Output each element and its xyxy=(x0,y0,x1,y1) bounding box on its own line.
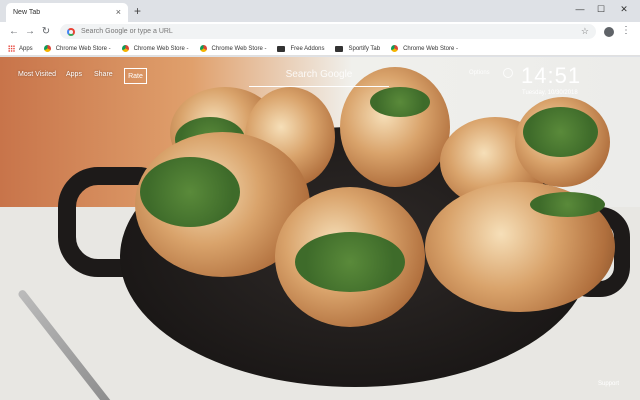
browser-toolbar: ← → ↻ Search Google or type a URL ☆ ⋮ xyxy=(0,22,640,42)
chrome-web-store-icon xyxy=(199,45,207,52)
bookmark-chrome-web-store-3[interactable]: Chrome Web Store - xyxy=(199,45,266,52)
search-google-input[interactable]: Search Google xyxy=(249,69,389,80)
tab-title: New Tab xyxy=(13,9,41,16)
bookmarks-bar: Apps Chrome Web Store - Chrome Web Store… xyxy=(0,42,640,56)
clock-date: Tuesday, 10/30/2018 xyxy=(522,90,578,96)
apps-grid-icon xyxy=(8,45,15,52)
address-bar-placeholder: Search Google or type a URL xyxy=(81,28,173,35)
snail-shell xyxy=(275,187,425,327)
clock-icon[interactable] xyxy=(503,68,513,78)
apps-link[interactable]: Apps xyxy=(66,71,82,78)
maximize-button[interactable]: ☐ xyxy=(591,3,611,15)
most-visited-link[interactable]: Most Visited xyxy=(18,71,56,78)
bookmark-sportify-tab[interactable]: Sportify Tab xyxy=(335,45,380,52)
new-tab-wallpaper xyxy=(0,57,640,400)
chrome-web-store-icon xyxy=(121,45,129,52)
chrome-menu-icon[interactable]: ⋮ xyxy=(621,25,631,37)
rate-button[interactable]: Rate xyxy=(124,68,147,84)
clock-time: 14:51 xyxy=(521,63,582,88)
minimize-button[interactable]: — xyxy=(570,3,590,15)
bookmark-free-addons[interactable]: Free Addons xyxy=(277,45,324,52)
back-button[interactable]: ← xyxy=(6,24,22,40)
bookmark-chrome-web-store-1[interactable]: Chrome Web Store - xyxy=(43,45,111,52)
chrome-web-store-icon xyxy=(43,45,51,52)
snail-shell xyxy=(425,182,615,312)
bookmark-chrome-web-store-2[interactable]: Chrome Web Store - xyxy=(121,45,189,52)
bookmark-star-icon[interactable]: ☆ xyxy=(581,26,589,37)
bookmark-chrome-web-store-4[interactable]: Chrome Web Store - xyxy=(391,45,458,52)
profile-avatar-icon[interactable] xyxy=(604,27,614,37)
chrome-web-store-icon xyxy=(391,45,399,52)
tab-strip: New Tab × + — ☐ ✕ xyxy=(0,0,640,22)
close-tab-icon[interactable]: × xyxy=(116,8,121,17)
bookmark-apps[interactable]: Apps xyxy=(8,45,33,52)
address-bar[interactable]: Search Google or type a URL ☆ xyxy=(60,24,596,39)
share-link[interactable]: Share xyxy=(94,71,113,78)
snail-shell xyxy=(340,67,450,187)
tab-new-tab[interactable]: New Tab × xyxy=(6,3,128,22)
support-link[interactable]: Support xyxy=(598,381,619,387)
sportify-icon xyxy=(335,45,344,52)
new-tab-button[interactable]: + xyxy=(134,4,141,18)
forward-button[interactable]: → xyxy=(22,24,38,40)
addons-icon xyxy=(277,45,286,52)
search-underline xyxy=(249,86,389,87)
snail-shell xyxy=(515,97,610,187)
window-close-button[interactable]: ✕ xyxy=(614,3,634,15)
options-link[interactable]: Options xyxy=(469,70,490,76)
reload-button[interactable]: ↻ xyxy=(38,24,54,40)
google-icon xyxy=(67,27,75,36)
